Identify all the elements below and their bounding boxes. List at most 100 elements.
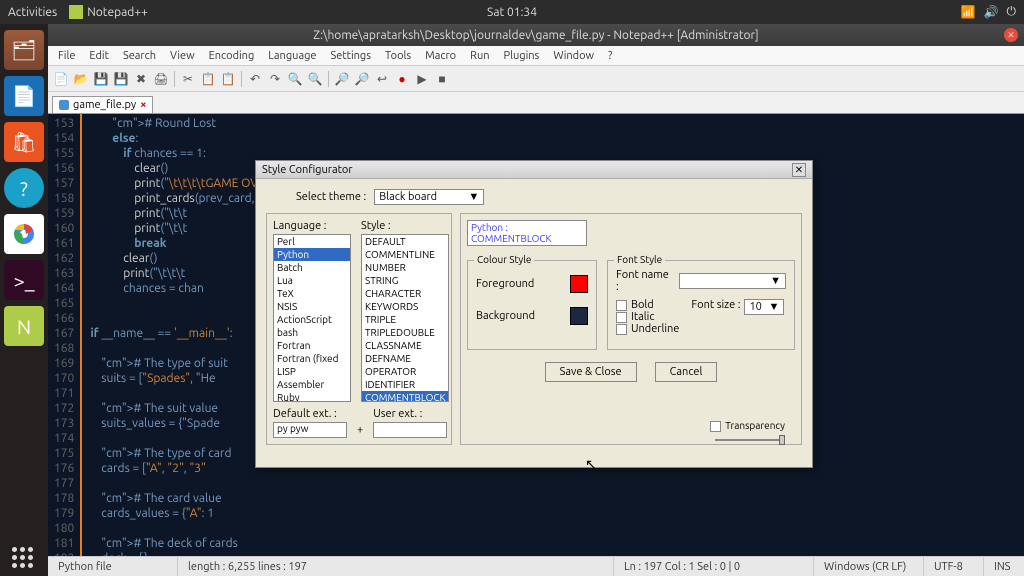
lang-item[interactable]: Fortran (fixed — [274, 352, 350, 365]
lang-item[interactable]: bash — [274, 326, 350, 339]
lang-item[interactable]: NSIS — [274, 300, 350, 313]
app-menu[interactable]: Notepad++ — [69, 5, 148, 19]
terminal-launcher[interactable]: >_ — [4, 260, 44, 300]
style-listbox[interactable]: DEFAULTCOMMENTLINENUMBERSTRINGCHARACTERK… — [361, 234, 449, 402]
menu-search[interactable]: Search — [117, 48, 162, 64]
cut-icon[interactable]: ✂ — [179, 70, 197, 88]
record-icon[interactable]: ● — [393, 70, 411, 88]
sb-encoding: UTF-8 — [924, 557, 984, 576]
menu-language[interactable]: Language — [262, 48, 322, 64]
sb-eol: Windows (CR LF) — [814, 557, 924, 576]
menu-settings[interactable]: Settings — [325, 48, 378, 64]
lang-item[interactable]: LISP — [274, 365, 350, 378]
activities-button[interactable]: Activities — [8, 6, 57, 19]
undo-icon[interactable]: ↶ — [246, 70, 264, 88]
user-ext-input[interactable] — [373, 422, 447, 438]
lang-item[interactable]: ActionScript — [274, 313, 350, 326]
style-item[interactable]: CLASSNAME — [362, 339, 448, 352]
cancel-button[interactable]: Cancel — [655, 362, 718, 382]
redo-icon[interactable]: ↷ — [266, 70, 284, 88]
style-item[interactable]: NUMBER — [362, 261, 448, 274]
wrap-icon[interactable]: ↩ — [373, 70, 391, 88]
style-item[interactable]: IDENTIFIER — [362, 378, 448, 391]
chrome-launcher[interactable] — [4, 214, 44, 254]
lang-item[interactable]: Assembler — [274, 378, 350, 391]
menu-macro[interactable]: Macro — [419, 48, 462, 64]
window-close-button[interactable]: ✕ — [1004, 28, 1018, 42]
copy-icon[interactable]: 📋 — [199, 70, 217, 88]
style-item[interactable]: DEFAULT — [362, 235, 448, 248]
menu-run[interactable]: Run — [464, 48, 495, 64]
background-swatch[interactable] — [570, 307, 588, 325]
save-icon[interactable]: 💾 — [92, 70, 110, 88]
play-icon[interactable]: ▶ — [413, 70, 431, 88]
find-icon[interactable]: 🔍 — [286, 70, 304, 88]
style-item[interactable]: COMMENTBLOCK — [362, 391, 448, 402]
italic-checkbox[interactable] — [616, 312, 627, 323]
menu-encoding[interactable]: Encoding — [203, 48, 261, 64]
menu-edit[interactable]: Edit — [83, 48, 115, 64]
lang-item[interactable]: Lua — [274, 274, 350, 287]
save-close-button[interactable]: Save & Close — [545, 362, 637, 382]
save-all-icon[interactable]: 💾 — [112, 70, 130, 88]
menu-tools[interactable]: Tools — [379, 48, 417, 64]
menu-window[interactable]: Window — [547, 48, 600, 64]
lang-item[interactable]: TeX — [274, 287, 350, 300]
paste-icon[interactable]: 📋 — [219, 70, 237, 88]
zoom-in-icon[interactable]: 🔎 — [333, 70, 351, 88]
menu-file[interactable]: File — [52, 48, 81, 64]
writer-launcher[interactable]: 📄 — [4, 76, 44, 116]
transparency-checkbox[interactable] — [710, 421, 721, 432]
sb-language: Python file — [48, 557, 178, 576]
print-icon[interactable]: 🖨 — [152, 70, 170, 88]
style-item[interactable]: TRIPLEDOUBLE — [362, 326, 448, 339]
language-list-label: Language : — [273, 220, 351, 232]
menu-view[interactable]: View — [164, 48, 201, 64]
transparency-slider[interactable] — [715, 436, 785, 444]
style-item[interactable]: KEYWORDS — [362, 300, 448, 313]
chevron-down-icon: ▼ — [468, 191, 479, 203]
foreground-swatch[interactable] — [570, 275, 588, 293]
lang-item[interactable]: Batch — [274, 261, 350, 274]
language-listbox[interactable]: PerlPythonBatchLuaTeXNSISActionScriptbas… — [273, 234, 351, 402]
notepadpp-launcher[interactable]: N — [4, 306, 44, 346]
underline-checkbox[interactable] — [616, 324, 627, 335]
style-item[interactable]: CHARACTER — [362, 287, 448, 300]
style-item[interactable]: TRIPLE — [362, 313, 448, 326]
default-ext-input[interactable]: py pyw — [273, 422, 347, 438]
dialog-close-button[interactable]: ✕ — [792, 163, 806, 177]
lang-item[interactable]: Fortran — [274, 339, 350, 352]
files-launcher[interactable]: 🗂 — [4, 30, 44, 70]
zoom-out-icon[interactable]: 🔎 — [353, 70, 371, 88]
software-launcher[interactable]: 🛍 — [4, 122, 44, 162]
lang-item[interactable]: Perl — [274, 235, 350, 248]
show-apps[interactable] — [12, 547, 33, 568]
theme-dropdown[interactable]: Black board▼ — [374, 189, 484, 205]
style-item[interactable]: OPERATOR — [362, 365, 448, 378]
file-tab[interactable]: game_file.py × — [52, 96, 153, 113]
menu-plugins[interactable]: Plugins — [498, 48, 546, 64]
sb-mode: INS — [984, 557, 1024, 576]
font-size-dropdown[interactable]: 10▼ — [744, 299, 784, 315]
lang-item[interactable]: Python — [274, 248, 350, 261]
volume-icon[interactable]: 🔊 — [984, 5, 999, 19]
replace-icon[interactable]: 🔍 — [306, 70, 324, 88]
clock[interactable]: Sat 01:34 — [487, 6, 537, 19]
style-item[interactable]: COMMENTLINE — [362, 248, 448, 261]
help-launcher[interactable]: ? — [4, 168, 44, 208]
tab-close-icon[interactable]: × — [140, 99, 146, 111]
style-item[interactable]: DEFNAME — [362, 352, 448, 365]
open-file-icon[interactable]: 📂 — [72, 70, 90, 88]
lang-item[interactable]: Ruby — [274, 391, 350, 402]
wifi-icon[interactable]: 📶 — [961, 5, 976, 19]
menu-?[interactable]: ? — [602, 48, 618, 64]
close-file-icon[interactable]: ✖ — [132, 70, 150, 88]
new-file-icon[interactable]: 📄 — [52, 70, 70, 88]
foreground-label: Foreground — [476, 278, 534, 290]
style-item[interactable]: STRING — [362, 274, 448, 287]
gnome-top-bar: Activities Notepad++ Sat 01:34 📶 🔊 ⏻ — [0, 0, 1024, 24]
power-icon[interactable]: ⏻ — [1007, 5, 1017, 19]
bold-checkbox[interactable] — [616, 300, 627, 311]
stop-icon[interactable]: ■ — [433, 70, 451, 88]
font-name-dropdown[interactable]: ▼ — [679, 273, 786, 289]
